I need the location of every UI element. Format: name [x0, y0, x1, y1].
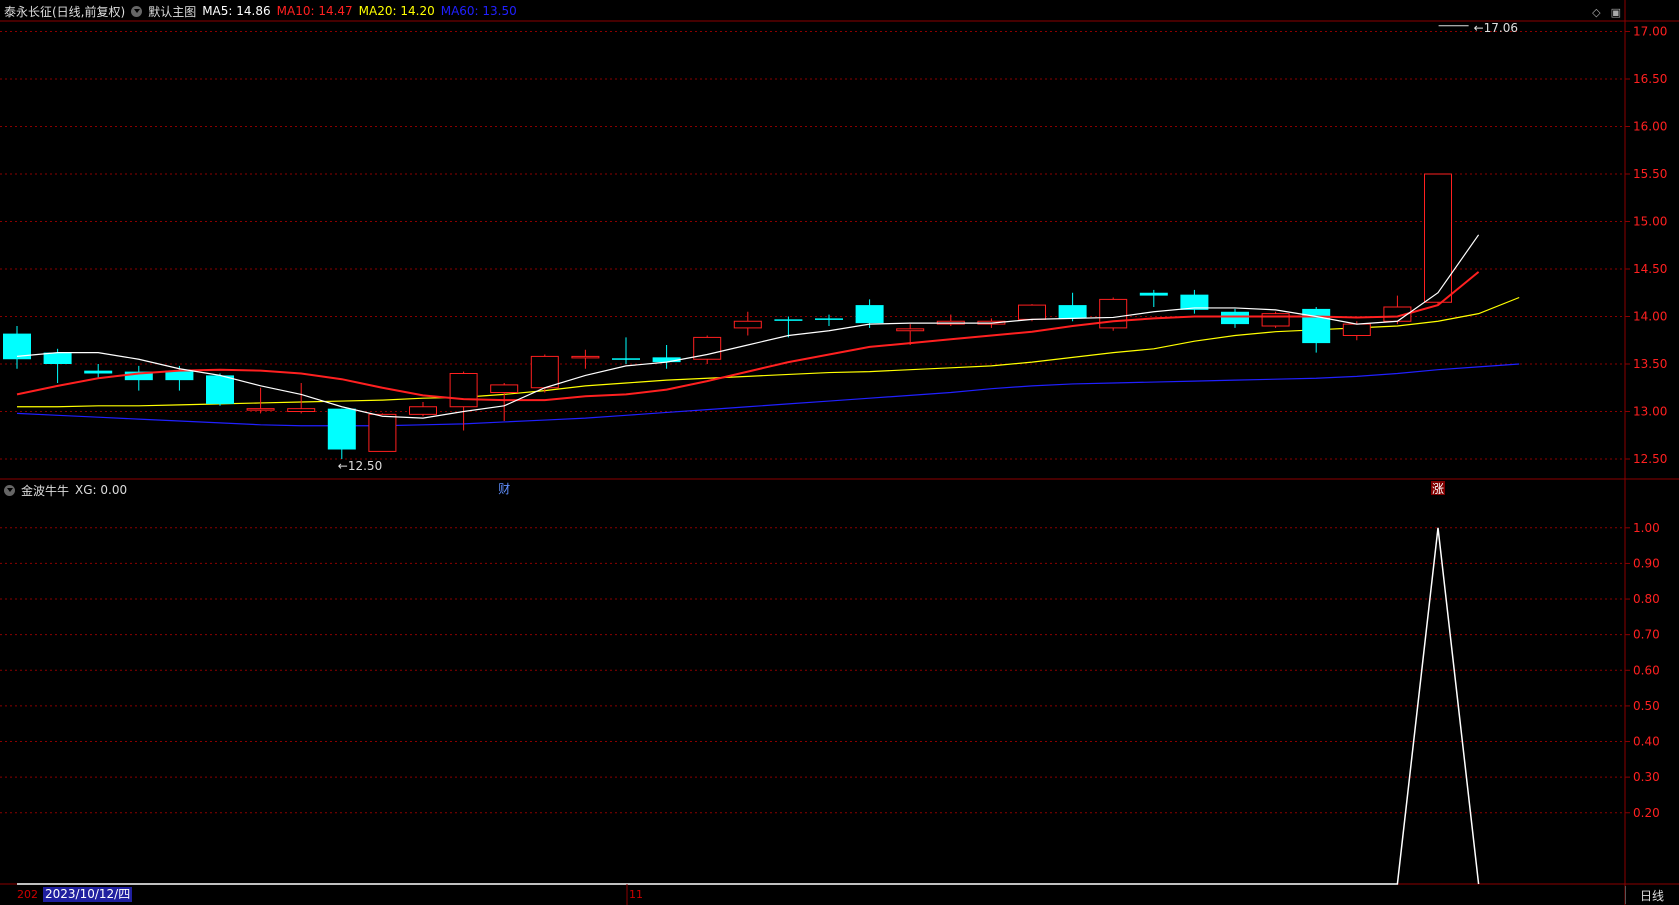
ytick-label-main: 14.50 [1633, 262, 1667, 276]
ytick-label-main: 13.00 [1633, 405, 1667, 419]
indicator-name[interactable]: 金波牛牛 [21, 482, 69, 499]
candle [287, 383, 316, 414]
candle-body-down [1058, 305, 1087, 319]
ytick-label-indicator: 0.20 [1633, 806, 1660, 820]
candle [612, 337, 640, 364]
candle-body-up [409, 406, 437, 415]
ytick-label-indicator: 0.70 [1633, 628, 1660, 642]
ytick-label-main: 13.50 [1633, 357, 1667, 371]
candle-body-up [490, 384, 519, 393]
candle-body-up [896, 328, 925, 332]
ma5-label: MA5: 14.86 [202, 4, 271, 18]
chart-canvas[interactable]: 12.50 13.00 13.50 14.00 14.50 15.00 15.50 16.00… [0, 0, 1679, 905]
candle [1302, 307, 1331, 353]
candle [409, 402, 437, 417]
candle [368, 413, 397, 452]
event-marker-finance: 财 [498, 482, 510, 496]
candle [3, 326, 31, 369]
candle-body-up [246, 408, 275, 411]
candle [1261, 311, 1290, 328]
ytick-label-main: 14.00 [1633, 310, 1667, 324]
candle [327, 408, 356, 459]
candle [1058, 292, 1087, 322]
ytick-label-indicator: 0.60 [1633, 663, 1660, 677]
stock-title: 泰永长征(日线,前复权) [4, 4, 126, 19]
template-dropdown-icon[interactable] [131, 5, 143, 17]
year-marker: 202 [17, 888, 38, 901]
candle [815, 314, 843, 326]
candle-body-up [733, 320, 762, 329]
ma60-label: MA60: 13.50 [440, 4, 517, 18]
indicator-header: 金波牛牛 XG: 0.00 [4, 482, 127, 498]
candle-body-down [774, 319, 803, 321]
ma60-line [16, 363, 1520, 427]
main-chart-header: 泰永长征(日线,前复权) 默认主图 MA5: 14.86 MA10: 14.47… [4, 3, 517, 19]
candle-body-up [530, 355, 559, 389]
cursor-date: 2023/10/12/四 [43, 887, 133, 902]
ytick-label-main: 15.50 [1633, 167, 1667, 181]
period-tab-daily[interactable]: 日线 [1625, 886, 1678, 904]
candle [449, 371, 478, 431]
indicator-dropdown-icon[interactable] [4, 484, 15, 496]
candle-body-up [1099, 298, 1128, 329]
diamond-icon[interactable]: ◇ [1592, 6, 1600, 19]
candle-body-down [612, 358, 640, 360]
ma20-line [17, 296, 1520, 408]
candle [1221, 308, 1249, 328]
candle [733, 311, 762, 336]
candle [1180, 289, 1209, 314]
candle-body-down [327, 408, 356, 450]
candle [124, 365, 153, 391]
candle [652, 345, 681, 369]
template-label[interactable]: 默认主图 [148, 3, 196, 20]
candle-body-down [206, 375, 234, 404]
candle-body-up [449, 373, 478, 408]
ytick-label-main: 17.00 [1633, 25, 1667, 39]
candle-body-up [1424, 173, 1452, 303]
candle [1424, 173, 1452, 306]
candle [1139, 289, 1168, 307]
window-buttons: ◇ ▣ [1592, 6, 1621, 19]
ma10-label: MA10: 14.47 [276, 4, 353, 18]
candle [1383, 295, 1412, 325]
candle-body-down [1302, 308, 1331, 344]
candle-body-down [84, 370, 113, 374]
candle [246, 387, 275, 414]
candle [571, 349, 600, 369]
ytick-label-main: 16.00 [1633, 120, 1667, 134]
candle-body-down [43, 352, 72, 364]
ytick-label-indicator: 0.50 [1633, 699, 1660, 713]
ma10-line [16, 271, 1480, 402]
candle-body-up [571, 355, 600, 359]
indicator-value: XG: 0.00 [75, 483, 128, 497]
candle-body-down [855, 305, 884, 324]
candle-body-up [1018, 304, 1046, 320]
candle-body-down [1221, 311, 1249, 325]
candle-body-down [1139, 292, 1168, 296]
candle [693, 335, 722, 364]
month-marker: 11 [629, 888, 643, 901]
candle-body-up [1342, 323, 1371, 337]
candle [530, 354, 559, 393]
high-marker-label: ←17.06 [1474, 21, 1518, 35]
ytick-label-main: 12.50 [1633, 452, 1667, 466]
ytick-label-indicator: 1.00 [1633, 521, 1660, 535]
restore-icon[interactable]: ▣ [1611, 6, 1621, 19]
low-marker-label: ←12.50 [338, 459, 382, 473]
ma20-label: MA20: 14.20 [358, 4, 435, 18]
candle [1099, 297, 1128, 331]
ytick-label-main: 16.50 [1633, 72, 1667, 86]
ytick-label-main: 15.00 [1633, 215, 1667, 229]
event-marker-limit-up: 涨 [1432, 481, 1444, 496]
ytick-label-indicator: 0.80 [1633, 592, 1660, 606]
candle-body-up [368, 413, 397, 452]
ytick-label-indicator: 0.40 [1633, 735, 1660, 749]
candle-body-up [287, 408, 316, 412]
candle-body-down [815, 318, 843, 320]
ytick-label-indicator: 0.30 [1633, 770, 1660, 784]
ytick-label-indicator: 0.90 [1633, 556, 1660, 570]
